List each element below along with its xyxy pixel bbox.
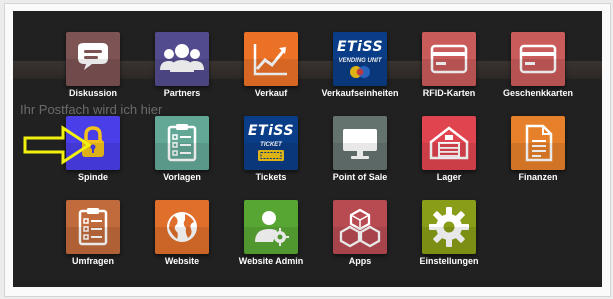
app-point-of-sale[interactable]: Point of Sale xyxy=(318,116,402,183)
speech-bubble-icon xyxy=(78,43,108,70)
app-label: Website xyxy=(164,256,200,266)
app-tile[interactable] xyxy=(66,200,120,254)
globe-icon xyxy=(167,212,197,242)
app-label: Einstellungen xyxy=(419,256,479,266)
pointer-arrow-icon xyxy=(23,125,91,165)
cubes-icon xyxy=(339,208,381,248)
user-group-icon xyxy=(160,44,204,72)
app-umfragen[interactable]: Umfragen xyxy=(51,200,135,267)
app-tile[interactable] xyxy=(422,200,476,254)
credit-card-icon xyxy=(430,44,468,74)
app-verkauf[interactable]: Verkauf xyxy=(229,32,313,99)
app-tile[interactable]: ETiSS VENDING UNIT xyxy=(333,32,387,86)
app-label: Diskussion xyxy=(68,88,117,98)
app-lager[interactable]: Lager xyxy=(407,116,491,183)
app-label: Apps xyxy=(348,256,372,266)
app-rfid-karten[interactable]: RFID-Karten xyxy=(407,32,491,99)
app-label: Tickets xyxy=(255,172,287,182)
user-admin-icon xyxy=(255,211,289,246)
app-diskussion[interactable]: Diskussion xyxy=(51,32,135,99)
app-tile[interactable] xyxy=(155,200,209,254)
app-finanzen[interactable]: Finanzen xyxy=(496,116,580,183)
app-tile[interactable] xyxy=(422,116,476,170)
app-einstellungen[interactable]: Einstellungen xyxy=(407,200,491,267)
app-tile[interactable] xyxy=(244,32,298,86)
warehouse-icon xyxy=(429,126,469,160)
clipboard-list-icon xyxy=(78,208,108,246)
app-website[interactable]: Website xyxy=(140,200,224,267)
background-text: Ihr Postfach wird ich hier xyxy=(20,102,163,117)
app-tile[interactable] xyxy=(333,200,387,254)
app-label: Umfragen xyxy=(71,256,114,266)
trend-chart-icon xyxy=(253,44,287,76)
app-tile[interactable] xyxy=(422,32,476,86)
monitor-icon xyxy=(343,129,377,159)
credit-card-icon xyxy=(519,44,557,74)
app-partners[interactable]: Partners xyxy=(140,32,224,99)
app-label: Website Admin xyxy=(238,256,304,266)
app-tile[interactable] xyxy=(155,32,209,86)
app-label: Finanzen xyxy=(518,172,558,182)
etiss-vending-unit-icon xyxy=(350,66,370,78)
app-geschenkkarten[interactable]: Geschenkkarten xyxy=(496,32,580,99)
app-website-admin[interactable]: Website Admin xyxy=(229,200,313,267)
app-verkaufseinheiten[interactable]: ETiSS VENDING UNIT Verkaufseinheiten xyxy=(318,32,402,99)
app-label: Spinde xyxy=(77,172,108,182)
gear-icon xyxy=(429,207,469,247)
document-icon xyxy=(525,124,553,162)
app-tile[interactable] xyxy=(511,116,565,170)
app-tile[interactable] xyxy=(511,32,565,86)
app-tile[interactable] xyxy=(244,200,298,254)
app-tile[interactable] xyxy=(66,32,120,86)
etiss-ticket-icon xyxy=(258,150,284,161)
app-tile[interactable] xyxy=(155,116,209,170)
app-apps[interactable]: Apps xyxy=(318,200,402,267)
home-menu-panel: Ihr Postfach wird ich hier Diskussion Pa… xyxy=(13,11,602,287)
app-label: Verkauf xyxy=(254,88,288,98)
app-tile[interactable]: ETiSS TICKET xyxy=(244,116,298,170)
app-label: Vorlagen xyxy=(163,172,201,182)
app-label: Geschenkkarten xyxy=(502,88,574,98)
app-label: Partners xyxy=(163,88,201,98)
app-tile[interactable] xyxy=(333,116,387,170)
app-vorlagen[interactable]: Vorlagen xyxy=(140,116,224,183)
app-label: Lager xyxy=(436,172,462,182)
clipboard-list-icon xyxy=(167,124,197,162)
app-tickets[interactable]: ETiSS TICKET Tickets xyxy=(229,116,313,183)
app-label: Point of Sale xyxy=(332,172,388,182)
app-label: Verkaufseinheiten xyxy=(321,88,399,98)
app-label: RFID-Karten xyxy=(422,88,476,98)
